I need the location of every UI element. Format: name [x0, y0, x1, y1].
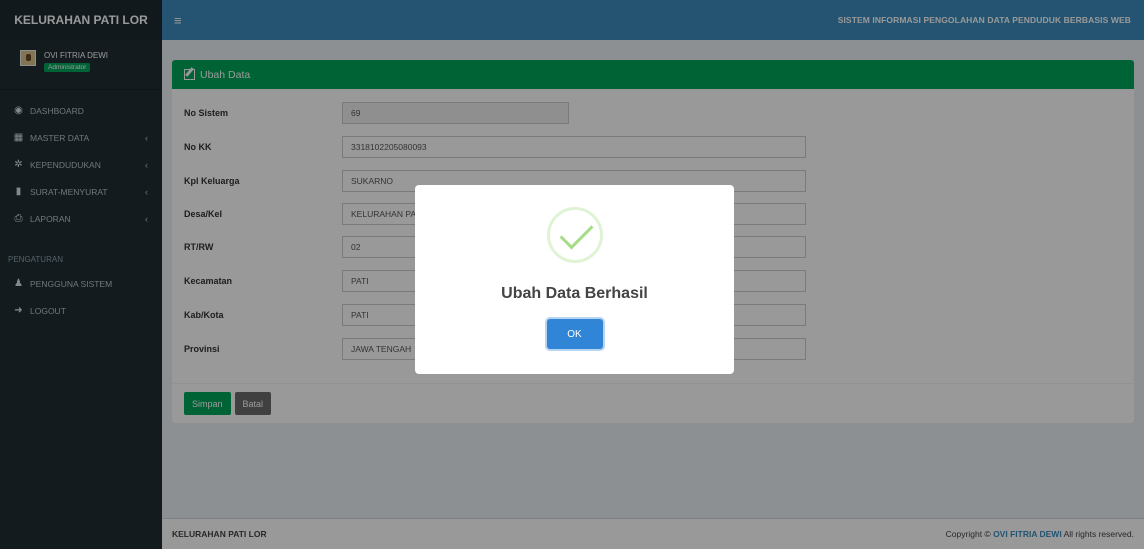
- app-root: KELURAHAN PATI LOR OVI FITRIA DEWI Admin…: [0, 0, 1144, 549]
- dialog-title: Ubah Data Berhasil: [501, 285, 648, 302]
- ok-button[interactable]: OK: [546, 319, 603, 349]
- success-check-icon: [546, 207, 603, 263]
- success-dialog: Ubah Data Berhasil OK: [415, 185, 734, 374]
